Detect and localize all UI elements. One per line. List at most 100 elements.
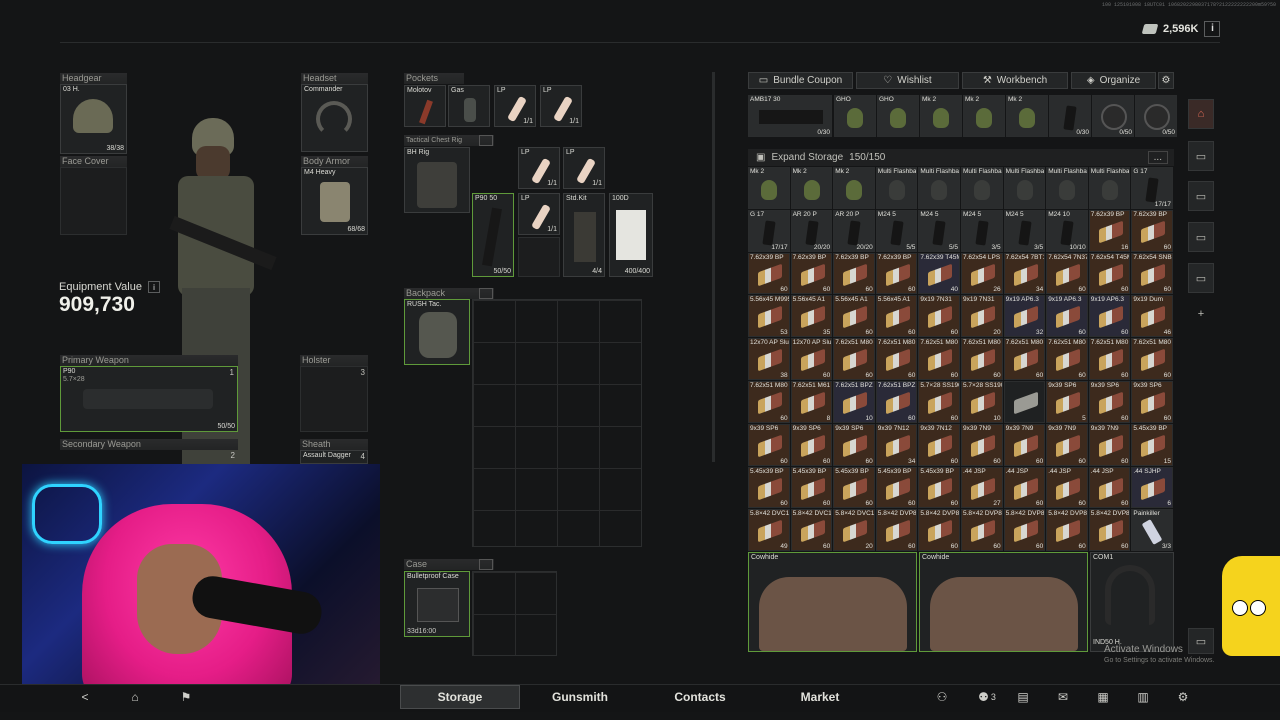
headgear-slot[interactable]: Headgear 03 H. 38/38 [60, 73, 127, 154]
mail-icon[interactable]: ✉ [1055, 689, 1071, 705]
stash-item[interactable]: 9x19 AP6.3 60 [1088, 295, 1131, 338]
equipment-value-info-button[interactable]: i [147, 281, 160, 293]
stash-item[interactable]: Painkiller 3/3 [1131, 509, 1173, 552]
rig-slot-stdkit[interactable]: Std.Kit 4/4 [563, 193, 605, 277]
stash-item[interactable]: M24 10 10/10 [1046, 209, 1088, 252]
stash-item[interactable]: 7.62x51 M80 60 [875, 338, 918, 380]
stash-item[interactable]: 5.45x39 BP 60 [833, 466, 875, 509]
stash-item[interactable]: 9x19 AP6.3 32 [1003, 295, 1046, 338]
stash-item[interactable]: AR 20 P 20/20 [790, 209, 833, 252]
notes-icon[interactable]: ▥ [1135, 689, 1151, 705]
stash-item[interactable]: 5.45x39 BP 60 [875, 466, 918, 509]
stash-item[interactable]: 7.62x51 M80 60 [918, 338, 960, 380]
stash-item[interactable]: M24 5 5/5 [875, 209, 918, 252]
pocket-item-molotov[interactable]: Molotov [404, 85, 446, 127]
stash-item[interactable]: Multi Flashbang [875, 167, 918, 209]
stash-misc-button[interactable]: ▭ [1188, 628, 1214, 654]
stash-item[interactable]: Multi Flashbang [918, 167, 960, 209]
stash-item[interactable]: 12x70 AP Slugs 38 [748, 338, 790, 380]
flag-icon[interactable]: ⚑ [178, 689, 194, 705]
stash-item[interactable]: 7.62x54 7BT1 34 [1003, 252, 1046, 295]
stash-item[interactable]: 9x39 7N9 60 [1003, 423, 1046, 466]
stash-item[interactable]: 5.56x45 A1 35 [790, 295, 833, 338]
settings-gear-icon[interactable]: ⚙ [1175, 689, 1191, 705]
stash-item[interactable]: 5.8×42 DVP88 60 [918, 509, 960, 552]
stash-item[interactable]: 7.62x51 M80 60 [1003, 338, 1046, 380]
stash-item[interactable]: 9x39 7N9 60 [1088, 423, 1131, 466]
tab-contacts[interactable]: Contacts [640, 685, 760, 709]
stash-item[interactable]: 5.56x45 A1 60 [833, 295, 875, 338]
stash-item[interactable]: 9x39 7N9 60 [961, 423, 1003, 466]
stash-item[interactable]: 7.62x51 M80 60 [1088, 338, 1131, 380]
stash-item[interactable]: 5.56x45 M995 53 [748, 295, 790, 338]
stash-item[interactable]: 9x39 SP6 60 [790, 423, 833, 466]
stash-item[interactable]: 7.62x39 BP 16 [1088, 209, 1131, 252]
stash-item[interactable]: 7.62x39 BP 60 [790, 252, 833, 295]
stash-item[interactable]: 7.62x51 BPZ 60 [875, 381, 918, 423]
stash-item[interactable]: .44 SJHP 6 [1131, 466, 1173, 509]
panel-scrollbar[interactable] [712, 72, 715, 462]
stash-item-drum-2[interactable]: 0/50 [1135, 95, 1177, 137]
stash-item[interactable]: 9x39 SP6 60 [1088, 381, 1131, 423]
stash-item[interactable]: 5.45x39 BP 15 [1131, 423, 1173, 466]
team-button[interactable]: ⚉ 3 [976, 689, 998, 705]
stash-item[interactable]: 9x39 SP6 60 [833, 423, 875, 466]
chat-icon[interactable]: ▤ [1015, 689, 1031, 705]
stash-item[interactable]: 9x19 7N31 20 [961, 295, 1003, 338]
pocket-item-lp-2[interactable]: LP 1/1 [540, 85, 582, 127]
stash-item[interactable]: 7.62x39 BP 60 [1131, 209, 1173, 252]
headset-slot[interactable]: Headset Commander [301, 73, 368, 152]
stash-item[interactable]: 5.45x39 BP 60 [790, 466, 833, 509]
stash-page-4-button[interactable]: ▭ [1188, 222, 1214, 252]
stash-item[interactable]: Mk 2 [748, 167, 790, 209]
pocket-item-gas[interactable]: Gas [448, 85, 490, 127]
stash-item[interactable]: 5.8×42 DVP88 60 [1046, 509, 1088, 552]
stash-item[interactable]: 5.7×28 SS190 60 [918, 381, 960, 423]
backpack-pin-icon[interactable] [479, 288, 493, 299]
stash-page-2-button[interactable]: ▭ [1188, 141, 1214, 171]
stash-item[interactable]: 9x39 7N12 34 [875, 423, 918, 466]
stash-item[interactable]: 7.62x39 BP 60 [875, 252, 918, 295]
stash-item[interactable]: 5.8×42 DVP88 60 [875, 509, 918, 552]
currency-info-button[interactable]: i [1204, 20, 1221, 37]
tab-market[interactable]: Market [760, 685, 880, 709]
stash-item[interactable]: 9x39 SP6 60 [748, 423, 790, 466]
stash-item-cowhide-2[interactable]: Cowhide [919, 552, 1088, 652]
stash-page-5-button[interactable]: ▭ [1188, 263, 1214, 293]
primary-weapon-slot[interactable]: Primary Weapon P90 5.7×28 1 50/50 [60, 355, 238, 432]
stash-more-button[interactable]: ... [1147, 151, 1168, 164]
stash-item[interactable]: AR 20 P 20/20 [833, 209, 875, 252]
stash-item[interactable]: M24 5 3/5 [1003, 209, 1046, 252]
rig-slot-p90-mag[interactable]: P90 50 50/50 [472, 193, 514, 277]
stash-home-button[interactable]: ⌂ [1188, 99, 1214, 129]
stash-header[interactable]: ▣ Expand Storage 150/150 ... [748, 149, 1174, 166]
stash-item-drum-1[interactable]: 0/50 [1092, 95, 1134, 137]
stash-item[interactable]: 9x39 7N9 60 [1046, 423, 1088, 466]
stash-item[interactable]: .44 JSP 27 [961, 466, 1003, 509]
stash-item[interactable]: Multi Flashbang [1003, 167, 1046, 209]
rig-pin-icon[interactable] [479, 135, 493, 146]
rig-item[interactable]: BH Rig [404, 147, 470, 213]
squad-icon[interactable]: ⚇ [934, 689, 950, 705]
stash-item[interactable]: 7.62x51 M80 60 [1046, 338, 1088, 380]
stash-item[interactable]: 5.8×42 DVP88 60 [1003, 509, 1046, 552]
stash-item[interactable]: 7.62x51 M80 60 [748, 381, 790, 423]
stash-item[interactable]: 7.62x54 7N37 60 [1046, 252, 1088, 295]
stash-item[interactable]: Mk 2 [833, 167, 875, 209]
sheath-slot[interactable]: Sheath Assault Dagger 4 [300, 439, 368, 464]
stash-item[interactable]: 7.62x51 M80 60 [1131, 338, 1173, 380]
shop-icon[interactable]: ▦ [1095, 689, 1111, 705]
stash-item[interactable]: 9x19 7N31 60 [918, 295, 960, 338]
stash-item[interactable]: 7.62x51 M80 60 [833, 338, 875, 380]
stash-item[interactable]: 7.62x39 BP 60 [748, 252, 790, 295]
stash-item[interactable]: 9x39 7N12 60 [918, 423, 960, 466]
stash-settings-button[interactable]: ⚙ [1158, 72, 1174, 89]
case-pin-icon[interactable] [479, 559, 493, 570]
stash-item-mag-empty[interactable]: 0/30 [1049, 95, 1091, 137]
stash-item[interactable]: 5.7×28 SS190 10 [961, 381, 1003, 423]
stash-item[interactable]: 9x39 SP6 5 [1046, 381, 1088, 423]
stash-item[interactable]: Multi Flashbang [1046, 167, 1088, 209]
back-arrow-icon[interactable]: < [77, 689, 93, 705]
stash-item-mk2-2[interactable]: Mk 2 [963, 95, 1005, 137]
rig-slot-empty[interactable] [518, 237, 560, 277]
